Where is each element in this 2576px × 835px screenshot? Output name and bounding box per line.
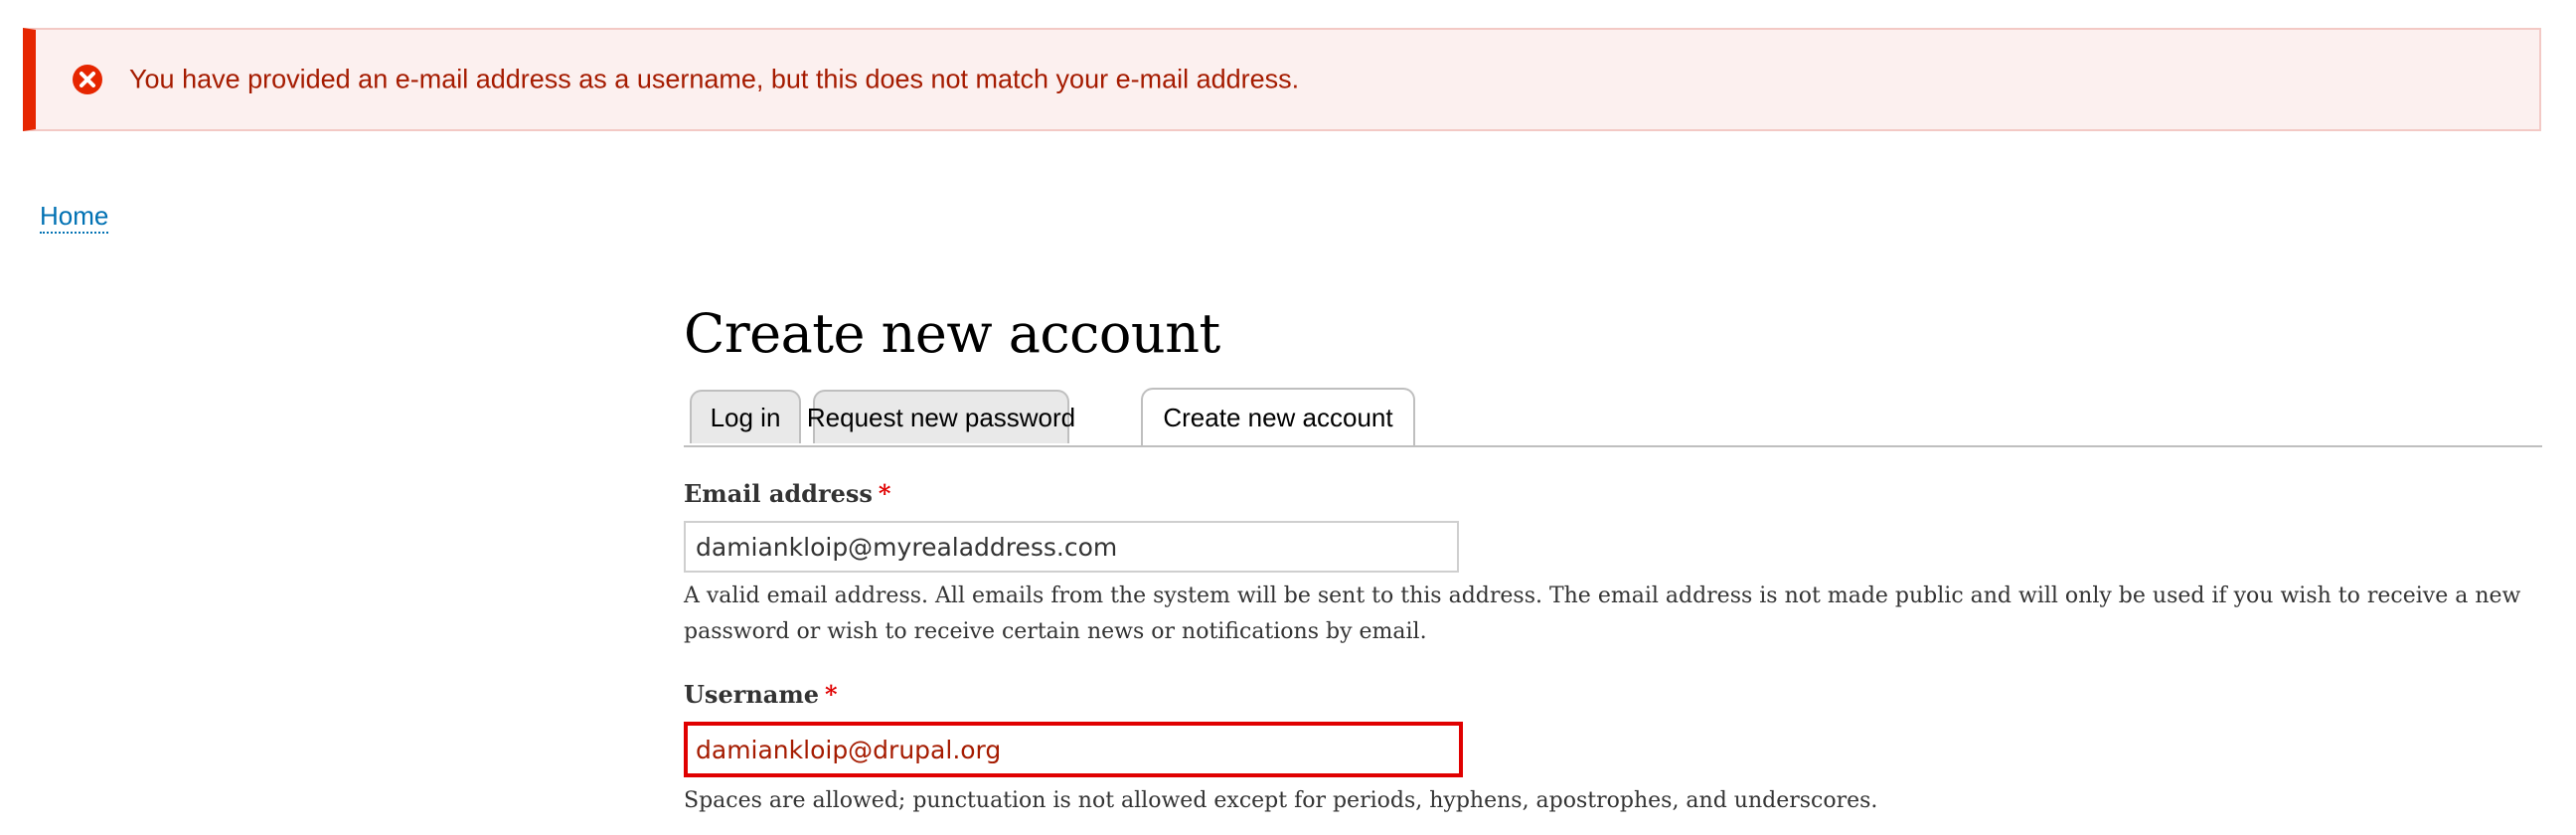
email-description: A valid email address. All emails from t… xyxy=(684,584,2521,644)
username-form-item: Username* Spaces are allowed; punctuatio… xyxy=(684,678,2532,819)
tabs: Log in Request new password Create new a… xyxy=(684,388,2542,447)
breadcrumb-home-link[interactable]: Home xyxy=(40,201,109,234)
required-marker: * xyxy=(878,479,891,508)
username-label: Username * xyxy=(684,678,2532,712)
required-marker: * xyxy=(825,680,838,709)
tab-log-in[interactable]: Log in xyxy=(690,390,801,443)
email-label-text: Email address xyxy=(684,479,873,508)
error-circle-x-icon xyxy=(73,65,102,94)
username-label-text: Username xyxy=(684,680,820,709)
username-description: Spaces are allowed; punctuation is not a… xyxy=(684,788,1878,813)
breadcrumb: Home xyxy=(40,201,109,234)
page-title: Create new account xyxy=(684,302,1220,365)
error-message-text: You have provided an e-mail address as a… xyxy=(129,64,1300,94)
main-content: Create new account Log in Request new pa… xyxy=(684,294,2542,813)
tab-create-new-account[interactable]: Create new account xyxy=(1141,388,1415,445)
username-field[interactable] xyxy=(684,722,1463,777)
email-form-item: Email address* A valid email address. Al… xyxy=(684,477,2532,650)
tab-request-new-password[interactable]: Request new password xyxy=(807,390,1075,443)
email-field[interactable] xyxy=(684,521,1459,573)
error-message: You have provided an e-mail address as a… xyxy=(23,28,2541,131)
email-label: Email address * xyxy=(684,477,2532,511)
